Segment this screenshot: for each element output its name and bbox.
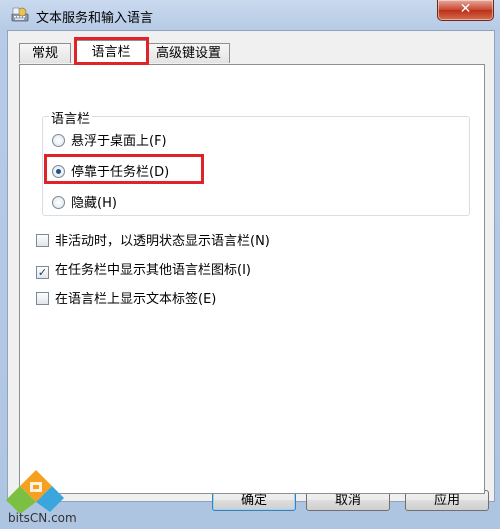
checkbox-show-text-labels[interactable]: 在语言栏上显示文本标签(E)	[36, 288, 216, 307]
checkbox[interactable]	[36, 292, 49, 305]
checkbox[interactable]	[36, 234, 49, 247]
checkbox-show-extra-icons[interactable]: ✓ 在任务栏中显示其他语言栏图标(I)	[36, 259, 251, 279]
radio-button[interactable]	[52, 134, 65, 147]
radio-hidden[interactable]: 隐藏(H)	[52, 192, 117, 211]
dialog-window: 文本服务和输入语言 ✕ 常规 语言栏 高级键设置 语言栏 悬浮于桌面上(F) 停…	[0, 0, 500, 529]
checkbox-checked[interactable]: ✓	[36, 266, 49, 279]
group-title: 语言栏	[49, 108, 93, 127]
radio-label: 隐藏(H)	[71, 196, 117, 211]
window-title: 文本服务和输入语言	[36, 11, 154, 26]
checkbox-transparent-when-inactive[interactable]: 非活动时，以透明状态显示语言栏(N)	[36, 230, 270, 249]
option-highlight-box	[44, 154, 204, 184]
checkbox-label: 在语言栏上显示文本标签(E)	[55, 292, 217, 307]
tab-general[interactable]: 常规	[19, 43, 71, 63]
close-icon: ✕	[459, 1, 472, 17]
tab-panel: 语言栏 悬浮于桌面上(F) 停靠于任务栏(D) 隐藏(H) 非活动时，以透明状态…	[19, 64, 485, 494]
watermark-text: bitsCN.com	[8, 511, 77, 525]
dialog-client-area: 常规 语言栏 高级键设置 语言栏 悬浮于桌面上(F) 停靠于任务栏(D) 隐藏(…	[7, 30, 495, 502]
checkbox-label: 在任务栏中显示其他语言栏图标(I)	[55, 263, 251, 278]
radio-float-on-desktop[interactable]: 悬浮于桌面上(F)	[52, 130, 167, 149]
watermark: bitsCN.com	[0, 468, 110, 529]
title-bar[interactable]: 文本服务和输入语言 ✕	[0, 0, 500, 30]
checkmark-icon: ✓	[37, 266, 48, 279]
radio-label: 悬浮于桌面上(F)	[71, 134, 167, 149]
checkbox-label: 非活动时，以透明状态显示语言栏(N)	[55, 234, 270, 249]
tab-highlight-box	[74, 37, 149, 65]
keyboard-globe-icon	[11, 7, 29, 22]
tab-advanced-key-settings[interactable]: 高级键设置	[147, 43, 230, 63]
close-button[interactable]: ✕	[437, 0, 494, 21]
radio-button[interactable]	[52, 196, 65, 209]
watermark-logo-icon	[6, 470, 64, 514]
